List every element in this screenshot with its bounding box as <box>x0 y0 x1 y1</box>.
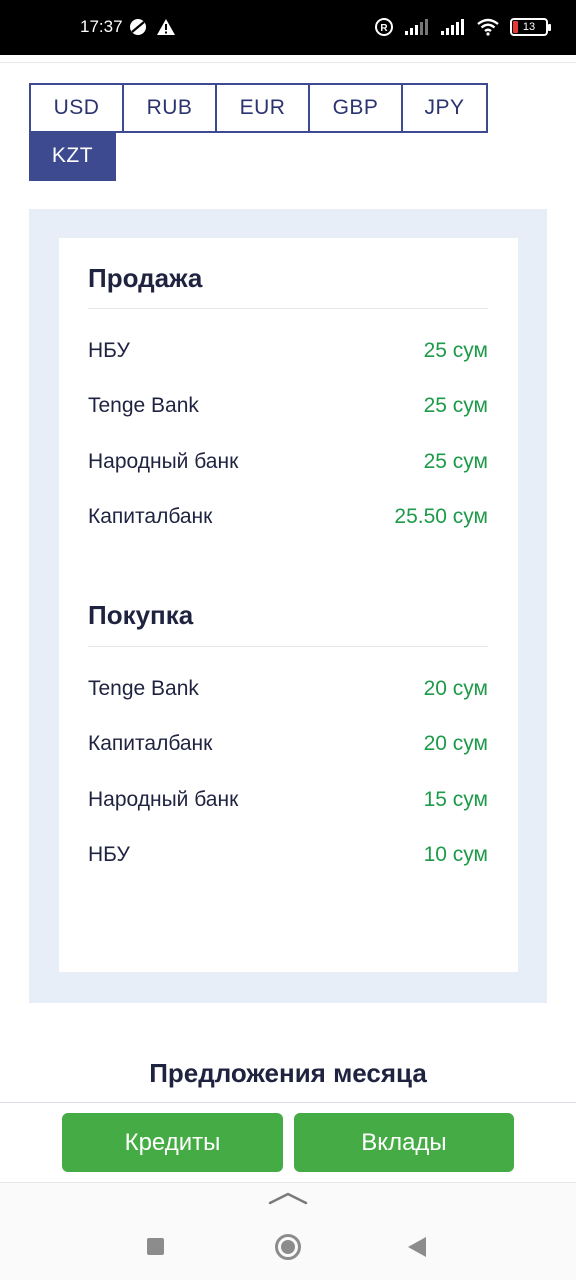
buy-row: Tenge Bank 20 сум <box>88 674 488 704</box>
tab-eur[interactable]: EUR <box>215 83 310 133</box>
tab-gbp[interactable]: GBP <box>308 83 403 133</box>
status-bar: 17:37 R 13 <box>0 0 576 55</box>
sell-row: НБУ 25 сум <box>88 336 488 366</box>
tab-jpy[interactable]: JPY <box>401 83 488 133</box>
buy-row: Народный банк 15 сум <box>88 785 488 815</box>
battery-level: 13 <box>522 21 536 33</box>
deposits-button[interactable]: Вклады <box>294 1113 514 1172</box>
system-nav-bar <box>0 1182 576 1280</box>
bank-name: Tenge Bank <box>88 394 199 417</box>
buy-row: Капиталбанк 20 сум <box>88 729 488 759</box>
buy-title: Покупка <box>88 600 194 630</box>
sell-row: Народный банк 25 сум <box>88 447 488 477</box>
data-saver-icon <box>128 17 148 37</box>
signal-icon <box>404 18 430 36</box>
tab-usd[interactable]: USD <box>29 83 124 133</box>
chevron-up-icon[interactable] <box>268 1191 308 1210</box>
bank-name: Народный банк <box>88 450 239 473</box>
bank-name: Капиталбанк <box>88 505 213 528</box>
bank-name: Капиталбанк <box>88 732 213 755</box>
sell-divider <box>88 308 488 309</box>
buy-row: НБУ 10 сум <box>88 840 488 870</box>
wifi-icon <box>476 18 500 36</box>
warning-icon <box>156 18 176 36</box>
sell-row: Tenge Bank 25 сум <box>88 391 488 421</box>
rates-card: Продажа НБУ 25 сум Tenge Bank 25 сум Нар… <box>59 238 518 972</box>
rate-value: 25 сум <box>423 450 488 473</box>
signal-icon <box>440 18 466 36</box>
offers-title: Предложения месяца <box>149 1058 427 1088</box>
action-bar: Кредиты Вклады <box>0 1102 576 1182</box>
bank-name: НБУ <box>88 843 130 866</box>
header-strip <box>0 55 576 63</box>
rate-value: 25 сум <box>423 394 488 417</box>
rate-value: 20 сум <box>423 732 488 755</box>
sell-title: Продажа <box>88 263 203 293</box>
status-time: 17:37 <box>80 17 123 36</box>
svg-text:R: R <box>380 23 388 34</box>
sell-row: Капиталбанк 25.50 сум <box>88 502 488 532</box>
back-icon[interactable] <box>408 1237 426 1257</box>
home-icon[interactable] <box>275 1234 301 1260</box>
rate-value: 10 сум <box>423 843 488 866</box>
rate-value: 25.50 сум <box>394 505 488 528</box>
credits-button[interactable]: Кредиты <box>62 1113 283 1172</box>
battery-icon: 13 <box>510 18 551 36</box>
registered-icon: R <box>374 17 394 37</box>
tab-kzt[interactable]: KZT <box>29 131 116 181</box>
bank-name: Tenge Bank <box>88 677 199 700</box>
bank-name: НБУ <box>88 339 130 362</box>
tab-rub[interactable]: RUB <box>122 83 217 133</box>
bank-name: Народный банк <box>88 788 239 811</box>
recents-icon[interactable] <box>147 1238 164 1255</box>
buy-divider <box>88 646 488 647</box>
rate-value: 15 сум <box>423 788 488 811</box>
rates-panel: Продажа НБУ 25 сум Tenge Bank 25 сум Нар… <box>29 209 547 1003</box>
rate-value: 25 сум <box>423 339 488 362</box>
rate-value: 20 сум <box>423 677 488 700</box>
